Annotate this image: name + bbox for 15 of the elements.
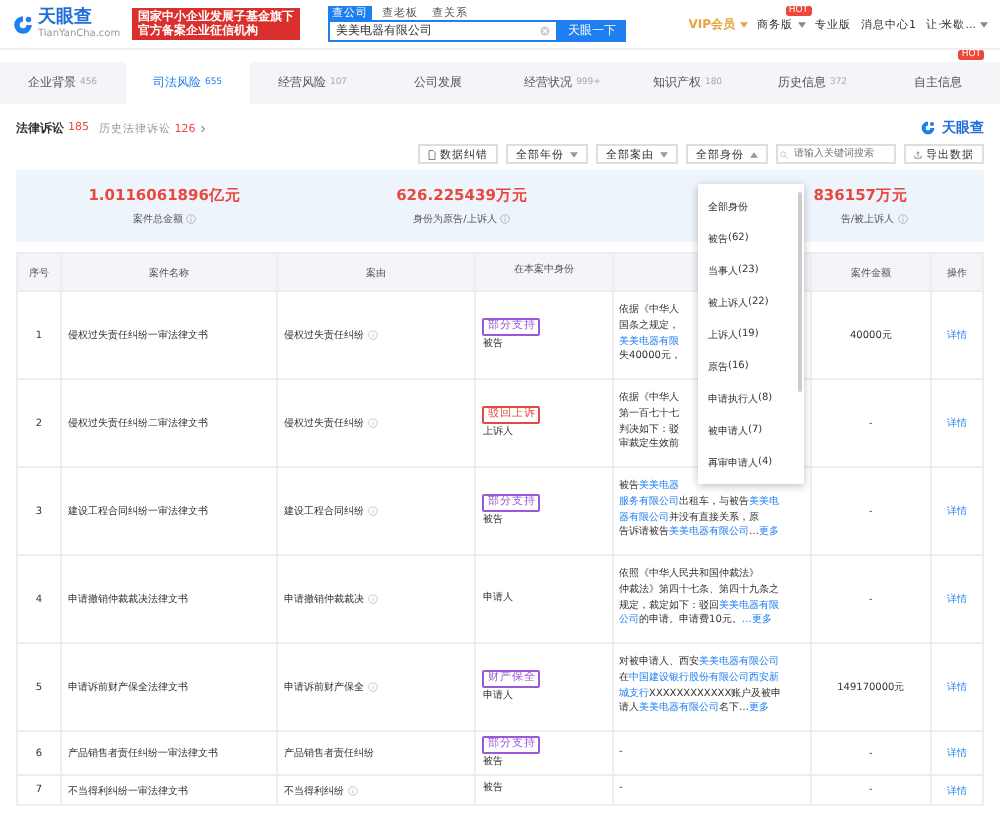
logo-icon xyxy=(920,120,936,136)
search-icon xyxy=(780,149,788,159)
caret-icon xyxy=(980,21,988,27)
document-icon xyxy=(428,149,436,159)
clear-icon[interactable] xyxy=(540,26,551,36)
info-icon xyxy=(898,214,909,224)
logo-icon xyxy=(12,13,34,35)
export-icon xyxy=(914,149,922,159)
scrollbar-thumb[interactable] xyxy=(798,192,802,392)
logo-text: 天眼查 xyxy=(38,9,94,27)
info-icon xyxy=(186,214,197,224)
caret-icon xyxy=(797,21,805,27)
caret-icon xyxy=(739,21,747,27)
chevron-icon xyxy=(199,123,206,133)
info-icon xyxy=(500,214,511,224)
